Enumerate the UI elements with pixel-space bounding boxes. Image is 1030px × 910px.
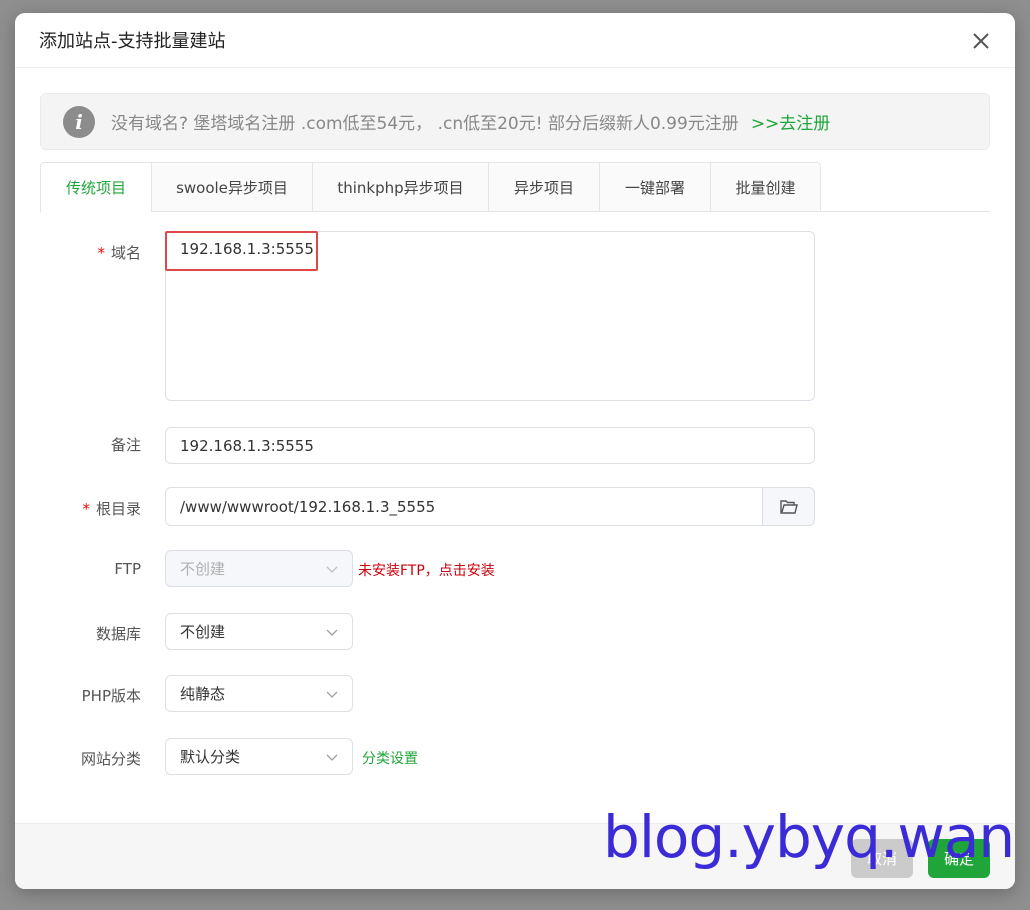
close-icon[interactable]	[969, 29, 993, 53]
info-icon: i	[63, 105, 95, 138]
chevron-down-icon	[326, 566, 338, 573]
tab-swoole[interactable]: swoole异步项目	[151, 162, 312, 212]
install-ftp-link[interactable]: 未安装FTP，点击安装	[358, 560, 495, 580]
root-dir-input[interactable]: /www/wwwroot/192.168.1.3_5555	[165, 487, 763, 526]
chevron-down-icon	[326, 629, 338, 636]
remark-label: 备注	[110, 436, 141, 454]
tab-thinkphp[interactable]: thinkphp异步项目	[312, 162, 488, 212]
tab-traditional[interactable]: 传统项目	[40, 162, 151, 213]
database-select[interactable]: 不创建	[165, 613, 353, 650]
domain-textarea[interactable]: 192.168.1.3:5555	[165, 231, 815, 401]
confirm-button[interactable]: 确定	[928, 839, 990, 878]
project-type-tabs: 传统项目 swoole异步项目 thinkphp异步项目 异步项目 一键部署 批…	[40, 162, 990, 213]
folder-icon	[779, 499, 798, 514]
site-category-label: 网站分类	[80, 750, 141, 768]
tab-batch-create[interactable]: 批量创建	[710, 162, 821, 212]
domain-register-notice: i 没有域名? 堡塔域名注册 .com低至54元， .cn低至20元! 部分后缀…	[40, 93, 990, 150]
required-mark: *	[97, 244, 105, 262]
cancel-button[interactable]: 取消	[851, 839, 913, 878]
dialog-header: 添加站点-支持批量建站	[15, 13, 1015, 68]
ftp-select[interactable]: 不创建	[165, 550, 353, 587]
dialog-title: 添加站点-支持批量建站	[39, 31, 226, 52]
tab-one-click-deploy[interactable]: 一键部署	[599, 162, 710, 212]
notice-text: 没有域名? 堡塔域名注册 .com低至54元， .cn低至20元! 部分后缀新人…	[111, 114, 739, 134]
category-settings-link[interactable]: 分类设置	[362, 748, 418, 768]
php-version-label: PHP版本	[81, 687, 141, 705]
folder-browse-button[interactable]	[762, 487, 815, 526]
register-link[interactable]: >>去注册	[751, 109, 831, 134]
domain-label: * 域名	[97, 244, 141, 262]
php-version-select[interactable]: 纯静态	[165, 675, 353, 712]
remark-input[interactable]: 192.168.1.3:5555	[165, 427, 815, 464]
dialog-footer: 取消 确定	[15, 823, 1015, 889]
add-site-dialog: 添加站点-支持批量建站 i 没有域名? 堡塔域名注册 .com低至54元， .c…	[15, 13, 1015, 889]
database-label: 数据库	[95, 625, 141, 643]
chevron-down-icon	[326, 691, 338, 698]
root-dir-label: * 根目录	[82, 500, 141, 518]
chevron-down-icon	[326, 754, 338, 761]
ftp-label: FTP	[114, 560, 141, 578]
site-category-select[interactable]: 默认分类	[165, 738, 353, 775]
tab-async[interactable]: 异步项目	[488, 162, 599, 212]
